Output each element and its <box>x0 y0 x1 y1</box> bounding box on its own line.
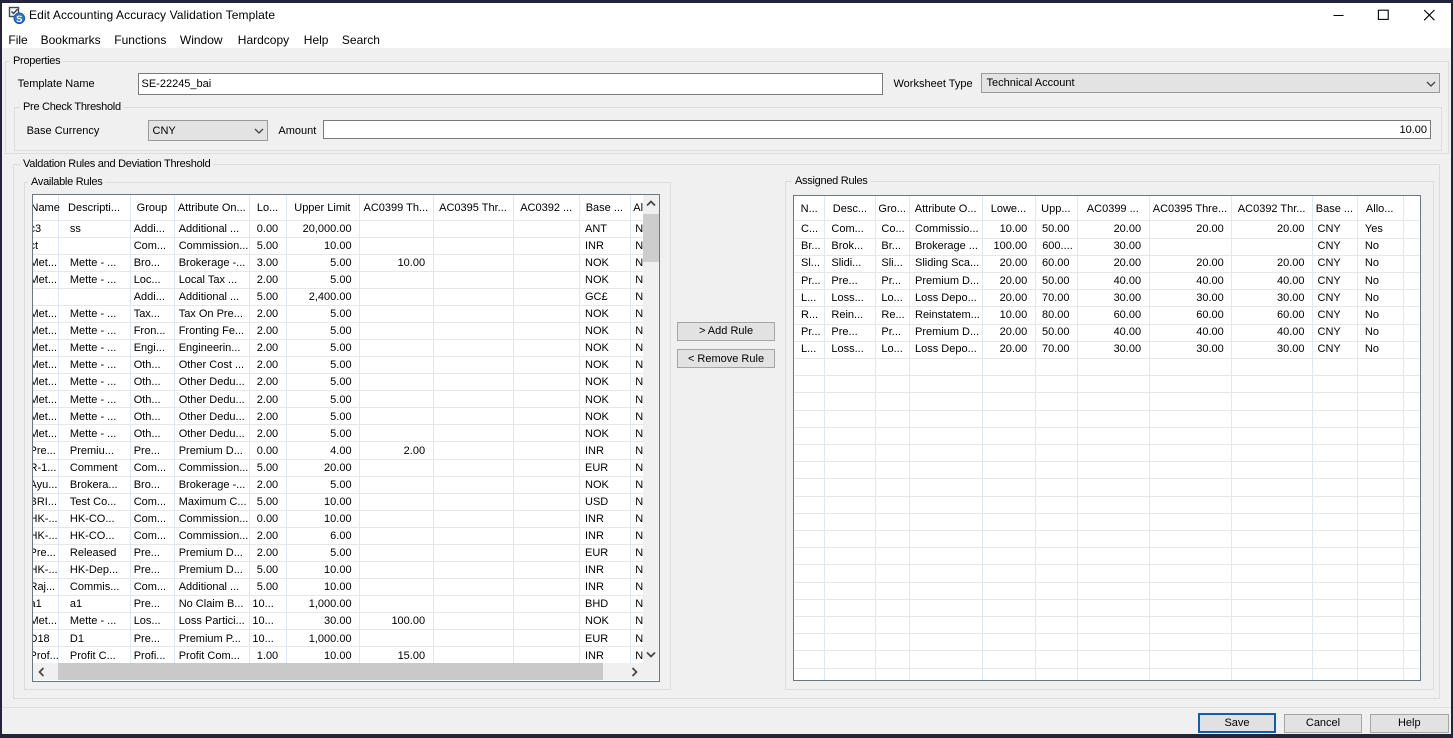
svg-text:S: S <box>16 14 22 24</box>
